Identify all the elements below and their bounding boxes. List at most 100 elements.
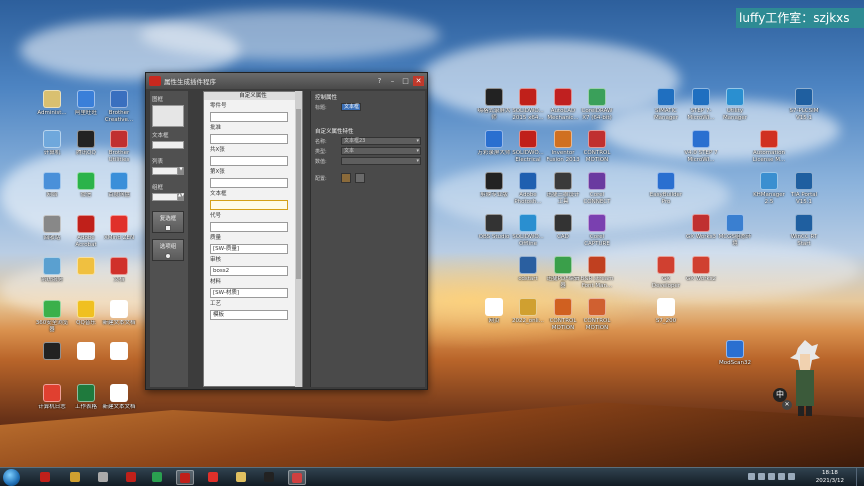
- desktop-icon[interactable]: CONTROL MOTION: [545, 298, 581, 331]
- taskbar-item[interactable]: [122, 470, 140, 485]
- desktop-icon[interactable]: 计算机: [34, 130, 70, 157]
- volume-icon[interactable]: [778, 473, 785, 480]
- palette-textbox[interactable]: 文本框: [152, 131, 186, 149]
- desktop-icon[interactable]: B&R stream Font Man...: [579, 256, 615, 289]
- form-scrollbar[interactable]: [295, 91, 302, 387]
- desktop-icon[interactable]: AutoCAD Mechanic...: [545, 88, 581, 121]
- desktop-icon[interactable]: [68, 257, 104, 277]
- start-button[interactable]: [3, 469, 20, 486]
- desktop-icon[interactable]: CONTROL MOTION: [579, 130, 615, 163]
- desktop-icon[interactable]: CorelDRAW X7 (64-bit): [579, 88, 615, 121]
- sheet-number-input[interactable]: [210, 178, 288, 188]
- desktop-icon[interactable]: cdstart: [510, 256, 546, 283]
- desktop-icon[interactable]: WinCC RT Start: [786, 214, 822, 247]
- part-number-input[interactable]: [210, 112, 288, 122]
- desktop-icon[interactable]: [101, 342, 137, 362]
- desktop-icon[interactable]: QQ音乐: [68, 300, 104, 327]
- property-generator-window[interactable]: 属性生成插件程序 ? – □ ✕ 图框 文本框 列表 ▼ 组框 ▲▼ 复选框 选…: [145, 72, 428, 390]
- close-icon[interactable]: ✕: [413, 76, 424, 86]
- taskbar-item[interactable]: [260, 470, 278, 485]
- taskbar-item[interactable]: [176, 470, 194, 485]
- value-select[interactable]: ▾: [341, 157, 421, 165]
- taskbar-item[interactable]: [148, 470, 166, 485]
- desktop-icon[interactable]: CAD: [545, 214, 581, 241]
- align-right-icon[interactable]: [355, 173, 365, 183]
- total-sheets-input[interactable]: [210, 156, 288, 166]
- taskbar-clock[interactable]: 18:18 2021/3/12: [816, 469, 844, 485]
- desktop-icon[interactable]: SOLIDWO... 2015 x64...: [510, 88, 546, 121]
- desktop-icon[interactable]: Adobe Photosh...: [510, 172, 546, 205]
- desktop-icon[interactable]: Utility Manager: [717, 88, 753, 121]
- desktop-icon[interactable]: GX Works2: [683, 256, 719, 283]
- desktop-icon[interactable]: 360安全浏览器: [34, 300, 70, 333]
- tray-icon[interactable]: [748, 473, 755, 480]
- minimize-icon[interactable]: –: [387, 76, 398, 86]
- approve-input[interactable]: [210, 134, 288, 144]
- desktop-icon[interactable]: S7-PLCSIM V15.1: [786, 88, 822, 121]
- window-titlebar[interactable]: 属性生成插件程序 ? – □ ✕: [146, 73, 427, 89]
- taskbar-item[interactable]: [288, 470, 306, 485]
- textbox-input[interactable]: [210, 200, 288, 210]
- network-icon[interactable]: [768, 473, 775, 480]
- desktop-icon[interactable]: 新建文本文档: [101, 300, 137, 327]
- tray-icon[interactable]: [788, 473, 795, 480]
- taskbar-item[interactable]: [36, 470, 54, 485]
- desktop-icon[interactable]: 新建文本文档: [101, 384, 137, 411]
- taskbar-item[interactable]: [204, 470, 222, 485]
- tray-icon[interactable]: [758, 473, 765, 480]
- desktop-icon[interactable]: 系统服务: [34, 257, 70, 284]
- desktop-icon[interactable]: S7_200: [648, 298, 684, 325]
- desktop-icon[interactable]: Administ...: [34, 90, 70, 117]
- desktop-icon[interactable]: Brother Creative...: [101, 90, 137, 123]
- review-input[interactable]: boss2: [210, 266, 288, 276]
- desktop-icon[interactable]: Adobe Acrobat: [68, 215, 104, 248]
- palette-frame[interactable]: 图框: [152, 95, 186, 127]
- process-input[interactable]: 模板: [210, 310, 288, 320]
- desktop-icon[interactable]: Corel CONNECT: [579, 172, 615, 205]
- type-select[interactable]: 文本 ▾: [341, 147, 421, 155]
- palette-list[interactable]: 列表 ▼: [152, 157, 186, 175]
- desktop-icon[interactable]: 网络: [34, 172, 70, 199]
- desktop-icon[interactable]: 工作表格: [68, 384, 104, 411]
- desktop-icon[interactable]: 计算机日志: [34, 384, 70, 411]
- desktop-icon[interactable]: Automation License M...: [751, 130, 787, 163]
- desktop-icon[interactable]: Brother Utilities: [101, 130, 137, 163]
- desktop-icon[interactable]: TIA Portal V15.1: [786, 172, 822, 205]
- help-icon[interactable]: ?: [374, 76, 385, 86]
- desktop-icon[interactable]: [34, 342, 70, 362]
- desktop-icon[interactable]: 百度网盘: [101, 172, 137, 199]
- palette-groupbox[interactable]: 组框 ▲▼: [152, 183, 186, 201]
- desktop-icon[interactable]: [68, 342, 104, 362]
- palette-optiongroup[interactable]: 选项组: [152, 239, 186, 261]
- desktop-icon[interactable]: 文档: [101, 257, 137, 284]
- desktop-icon[interactable]: OBS Studio: [476, 214, 512, 241]
- palette-checkbox[interactable]: 复选框: [152, 211, 186, 233]
- scrollbar-thumb[interactable]: [296, 109, 301, 279]
- desktop-icon[interactable]: MCGS组态环境: [717, 214, 753, 247]
- maximize-icon[interactable]: □: [400, 76, 411, 86]
- floating-close-icon[interactable]: ✕: [782, 400, 792, 410]
- desktop-icon[interactable]: KHManager 2.5: [751, 172, 787, 205]
- desktop-icon[interactable]: CONTROL MOTION: [579, 298, 615, 331]
- desktop-icon[interactable]: GX Developer: [648, 256, 684, 289]
- desktop-icon[interactable]: Inventor Fusion 2013: [545, 130, 581, 163]
- align-left-icon[interactable]: [341, 173, 351, 183]
- desktop-icon[interactable]: SIMATIC Manager: [648, 88, 684, 121]
- desktop-icon[interactable]: SOLIDWO... Offline: [510, 214, 546, 247]
- taskbar-item[interactable]: [232, 470, 250, 485]
- taskbar-item[interactable]: [94, 470, 112, 485]
- show-desktop-button[interactable]: [856, 468, 864, 486]
- desktop-icon[interactable]: 嗨格式录屏大师: [476, 88, 512, 121]
- desktop-icon[interactable]: XMind ZEN: [101, 215, 137, 242]
- desktop-icon[interactable]: ModScan32: [717, 340, 753, 367]
- desktop-icon[interactable]: 剪映专业版: [476, 172, 512, 199]
- desktop-icon[interactable]: 阿里旺旺: [68, 90, 104, 117]
- desktop-icon[interactable]: SOLIDWO... Electrical: [510, 130, 546, 163]
- desktop-icon[interactable]: 微信: [68, 172, 104, 199]
- desktop-icon[interactable]: 腾讯QQ: [68, 130, 104, 157]
- desktop-icon[interactable]: 2022_onli...: [510, 298, 546, 325]
- desktop-icon[interactable]: 迅捷三维设计工具: [545, 172, 581, 205]
- name-select[interactable]: 文本框23 ▾: [341, 137, 421, 145]
- desktop-icon[interactable]: 万彩录屏大师: [476, 130, 512, 157]
- desktop-icon[interactable]: STEP 7-MicroWI...: [683, 88, 719, 121]
